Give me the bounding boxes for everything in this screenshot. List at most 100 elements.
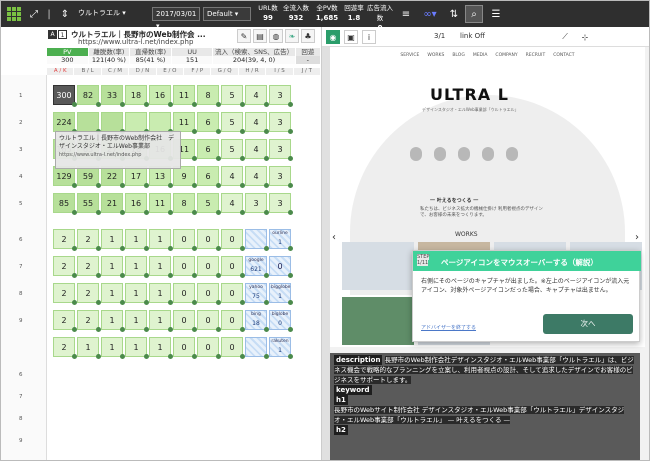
page-cell[interactable]: 13 [149,166,173,188]
sort-icon[interactable]: ≡ [397,5,415,23]
page-cell[interactable]: 3 [269,139,293,161]
page-cell[interactable]: 2 [53,310,77,332]
page-cell[interactable]: 0 [221,229,245,251]
next-arrow-icon[interactable]: › [635,232,639,243]
tree-icon[interactable]: ♣ [301,29,315,43]
page-cell[interactable] [245,337,269,359]
link-filter[interactable]: link Off [460,32,485,40]
page-cell[interactable]: 8 [197,85,221,107]
page-url[interactable]: https://www.ultra-l.net/index.php [78,38,193,46]
page-cell[interactable]: 4 [245,85,269,107]
page-cell[interactable]: 2 [53,256,77,278]
prev-arrow-icon[interactable]: ‹ [332,232,336,243]
page-cell[interactable]: 2 [53,283,77,305]
page-cell[interactable]: 4 [245,166,269,188]
page-cell[interactable]: 1 [149,256,173,278]
page-cell[interactable] [245,229,269,251]
page-cell[interactable]: 1 [101,229,125,251]
page-cell[interactable]: 1 [149,229,173,251]
page-cell[interactable]: 1 [101,310,125,332]
page-cell[interactable]: 85 [53,193,77,215]
page-cell[interactable]: 5 [221,139,245,161]
page-cell[interactable]: 0 [173,337,197,359]
page-cell[interactable]: 3 [269,193,293,215]
date-select[interactable]: 2017/03/01 ▾ [152,7,200,30]
page-cell[interactable]: biglobe 0 [269,310,293,332]
page-cell[interactable]: 3 [269,85,293,107]
page-cell[interactable]: 224 [53,112,77,134]
page-cell[interactable]: 11 [149,193,173,215]
image-icon[interactable]: ▣ [344,30,358,44]
end-advisor-link[interactable]: アドバイザーを終了する [421,324,476,331]
page-cell[interactable]: 129 [53,166,77,188]
page-cell[interactable]: 5 [197,193,221,215]
edit-icon[interactable]: ✎ [237,29,251,43]
page-cell[interactable] [149,112,173,134]
page-cell[interactable]: 1 [101,256,125,278]
page-cell[interactable]: 59 [77,166,101,188]
page-cell[interactable]: 2 [77,283,101,305]
page-cell[interactable]: 1 [125,229,149,251]
page-cell[interactable]: 11 [173,112,197,134]
page-cell[interactable] [125,112,149,134]
page-cell[interactable]: 8 [173,193,197,215]
page-cell[interactable]: 1 [101,283,125,305]
page-cell[interactable]: 0 [197,229,221,251]
page-cell[interactable]: 1 [149,310,173,332]
camera-icon[interactable]: ◉ [326,30,340,44]
link-icon[interactable]: ∞▾ [419,5,441,23]
page-cell[interactable]: 18 [125,85,149,107]
page-cell[interactable]: 0 [173,229,197,251]
page-cell[interactable]: 2 [77,256,101,278]
site-select[interactable]: ウルトラエル ▾ [75,7,147,21]
page-cell[interactable] [77,112,101,134]
vertical-resize-icon[interactable]: ⇕ [57,1,73,27]
globe-icon[interactable]: ◍ [269,29,283,43]
page-cell[interactable]: 3 [269,166,293,188]
page-cell[interactable]: 9 [173,166,197,188]
app-logo-icon[interactable] [5,1,23,27]
page-cell[interactable]: 0 [173,256,197,278]
network-icon[interactable]: ⊹ [578,30,592,44]
page-cell[interactable]: 4 [221,193,245,215]
page-cell[interactable]: 16 [149,85,173,107]
page-cell[interactable]: 0 [221,256,245,278]
trend-icon[interactable]: ⟋ [558,30,572,44]
page-cell[interactable]: 0 [221,310,245,332]
page-cell[interactable]: 0 [173,310,197,332]
page-cell[interactable]: 0 [197,256,221,278]
page-cell[interactable]: yahoo 75 [245,283,269,305]
page-cell[interactable]: 82 [77,85,101,107]
page-cell[interactable]: 1 [149,283,173,305]
page-cell[interactable]: 0 [197,337,221,359]
page-cell[interactable]: 4 [245,112,269,134]
next-button[interactable]: 次へ [543,314,633,334]
page-cell[interactable]: bing 18 [245,310,269,332]
page-cell[interactable]: 300 [53,85,77,107]
page-cell[interactable]: 0 [221,283,245,305]
page-cell[interactable]: 0 [197,283,221,305]
leaf-icon[interactable]: ❧ [285,29,299,43]
page-cell[interactable]: rakuten 1 [269,337,293,359]
page-cell[interactable]: 0 [197,310,221,332]
page-cell[interactable]: 1 [77,337,101,359]
info-icon[interactable]: i [362,30,376,44]
page-cell[interactable]: 6 [197,139,221,161]
list-icon[interactable]: ☰ [487,5,505,23]
page-cell[interactable]: 33 [101,85,125,107]
page-cell[interactable]: 21 [101,193,125,215]
page-cell[interactable]: 0 [221,337,245,359]
page-cell[interactable]: 3 [245,193,269,215]
page-cell[interactable]: bigglobe 1 [269,283,293,305]
page-cell[interactable]: 3 [269,112,293,134]
page-cell[interactable]: 6 [197,112,221,134]
page-cell[interactable]: 1 [125,283,149,305]
page-cell[interactable]: 2 [77,229,101,251]
page-cell[interactable]: 5 [221,85,245,107]
page-cell[interactable] [101,112,125,134]
page-cell[interactable]: 2 [53,229,77,251]
page-cell[interactable]: 2 [53,337,77,359]
page-cell[interactable]: 0 [269,256,293,278]
page-cell[interactable]: 2 [77,310,101,332]
page-cell[interactable]: 55 [77,193,101,215]
